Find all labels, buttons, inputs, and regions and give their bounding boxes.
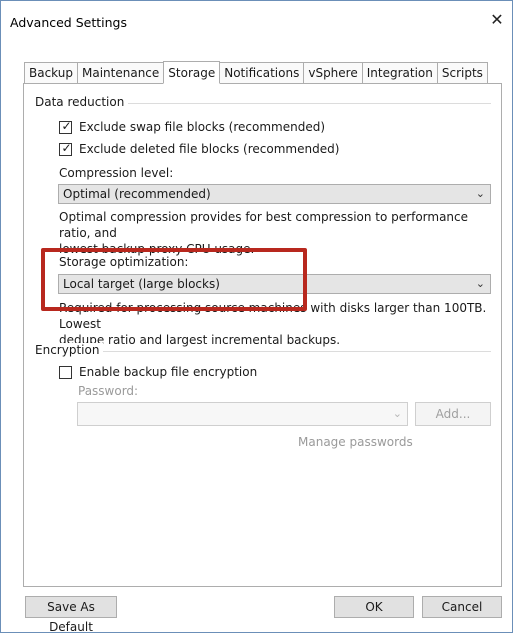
tab-strip: Backup Maintenance Storage Notifications… — [24, 61, 488, 84]
encryption-group-label: Encryption — [35, 343, 104, 357]
manage-passwords-link[interactable]: Manage passwords — [298, 435, 413, 449]
exclude-swap-label: Exclude swap file blocks (recommended) — [79, 120, 326, 134]
chevron-down-icon: ⌄ — [475, 187, 485, 200]
check-icon: ✓ — [61, 118, 72, 133]
tab-integration[interactable]: Integration — [361, 62, 438, 83]
tab-vsphere[interactable]: vSphere — [303, 62, 363, 83]
compression-level-value: Optimal (recommended) — [63, 187, 211, 201]
password-select[interactable]: ⌄ — [77, 402, 408, 426]
add-password-button[interactable]: Add... — [415, 402, 491, 426]
ok-button[interactable]: OK — [334, 596, 414, 618]
data-reduction-group-label: Data reduction — [35, 95, 129, 109]
chevron-down-icon: ⌄ — [392, 407, 402, 420]
enable-encryption-row[interactable]: Enable backup file encryption — [59, 365, 257, 379]
cancel-button[interactable]: Cancel — [422, 596, 502, 618]
group-divider — [121, 103, 491, 104]
title-bar: Advanced Settings ✕ — [1, 1, 512, 45]
exclude-swap-checkbox[interactable]: ✓ — [59, 118, 72, 134]
compression-level-select[interactable]: Optimal (recommended) ⌄ — [58, 184, 491, 204]
exclude-deleted-row[interactable]: ✓ Exclude deleted file blocks (recommend… — [59, 140, 340, 156]
password-label: Password: — [78, 384, 139, 398]
compression-level-label: Compression level: — [59, 166, 174, 180]
check-icon: ✓ — [61, 140, 72, 155]
tab-backup[interactable]: Backup — [24, 62, 78, 83]
exclude-swap-row[interactable]: ✓ Exclude swap file blocks (recommended) — [59, 118, 326, 134]
red-highlight-box — [41, 248, 307, 311]
exclude-deleted-label: Exclude deleted file blocks (recommended… — [79, 142, 340, 156]
close-icon[interactable]: ✕ — [488, 11, 506, 29]
enable-encryption-checkbox[interactable] — [59, 365, 72, 379]
enable-encryption-label: Enable backup file encryption — [79, 365, 258, 379]
tab-maintenance[interactable]: Maintenance — [77, 62, 165, 83]
group-divider — [99, 351, 491, 352]
advanced-settings-dialog: Advanced Settings ✕ Backup Maintenance S… — [0, 0, 513, 634]
save-as-default-button[interactable]: Save As Default — [25, 596, 117, 634]
compression-desc-line: Optimal compression provides for best co… — [59, 210, 469, 240]
tab-scripts[interactable]: Scripts — [436, 62, 488, 83]
exclude-deleted-checkbox[interactable]: ✓ — [59, 140, 72, 156]
tab-notifications[interactable]: Notifications — [219, 62, 305, 83]
dialog-title: Advanced Settings — [10, 15, 127, 30]
storage-desc-line: dedupe ratio and largest incremental bac… — [59, 333, 341, 347]
chevron-down-icon: ⌄ — [475, 277, 485, 290]
tab-storage[interactable]: Storage — [163, 61, 221, 84]
